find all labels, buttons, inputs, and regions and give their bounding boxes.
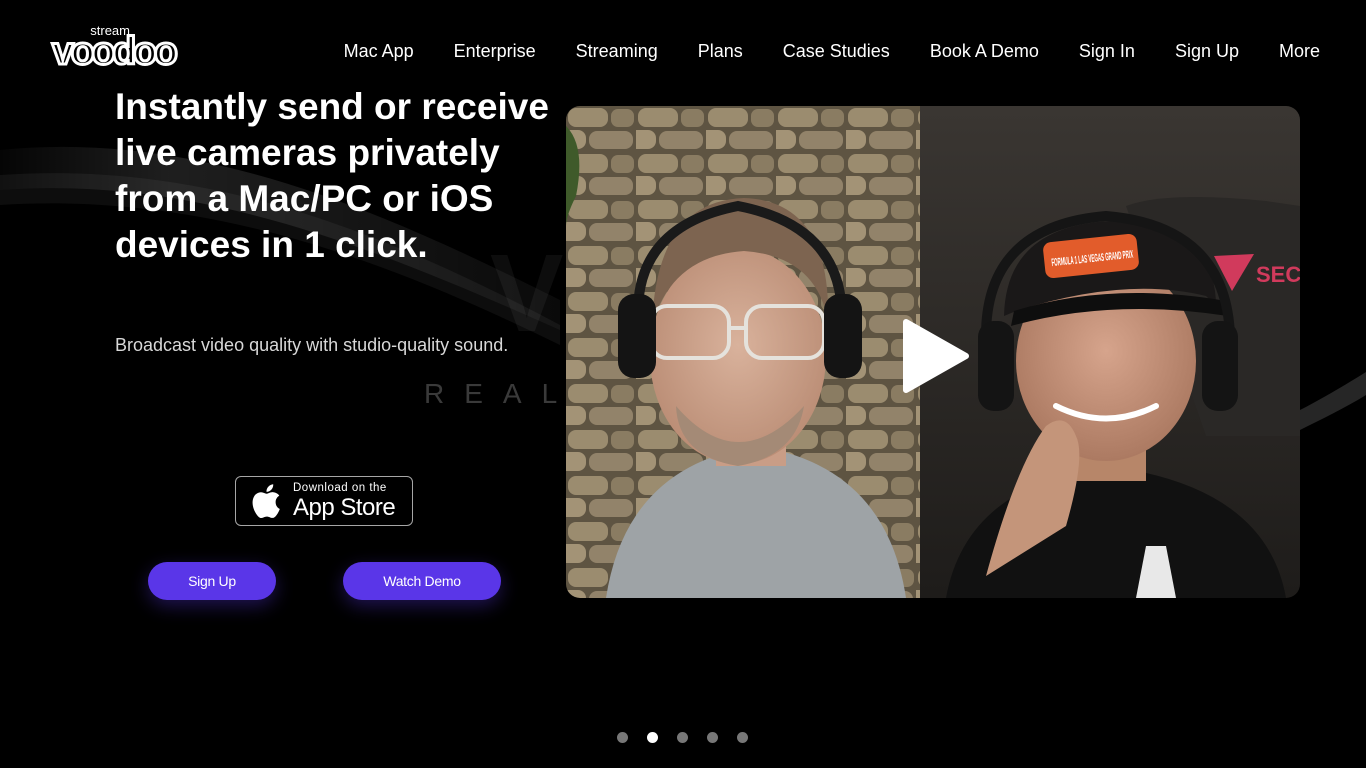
play-icon[interactable]: [900, 318, 970, 394]
carousel-dot[interactable]: [737, 732, 748, 743]
nav-sign-in[interactable]: Sign In: [1079, 40, 1135, 62]
app-store-big-text: App Store: [293, 493, 396, 521]
nav-enterprise[interactable]: Enterprise: [454, 40, 536, 62]
app-store-button[interactable]: Download on the App Store: [235, 476, 413, 526]
carousel-indicators: [617, 732, 748, 743]
logo[interactable]: stream voodoo: [51, 24, 182, 74]
carousel-dot[interactable]: [617, 732, 628, 743]
nav-case-studies[interactable]: Case Studies: [783, 40, 890, 62]
carousel-dot[interactable]: [677, 732, 688, 743]
apple-icon: [252, 484, 280, 519]
app-store-small-text: Download on the: [293, 481, 387, 494]
nav-mac-app[interactable]: Mac App: [344, 40, 414, 62]
carousel-dot[interactable]: [707, 732, 718, 743]
main-nav: Mac App Enterprise Streaming Plans Case …: [344, 40, 1320, 62]
background-tagline: REAL: [424, 378, 578, 409]
hero-headline: Instantly send or receive live cameras p…: [115, 86, 549, 265]
nav-more[interactable]: More: [1279, 40, 1320, 62]
wall-logo-text: SEC: [1256, 262, 1300, 287]
nav-sign-up[interactable]: Sign Up: [1175, 40, 1239, 62]
demo-video-player[interactable]: SEC FORMULA 1 LAS VEGAS GRAND PRIX: [566, 106, 1300, 598]
logo-voodoo-text: voodoo: [51, 30, 180, 73]
watch-demo-button[interactable]: Watch Demo: [343, 562, 501, 600]
nav-streaming[interactable]: Streaming: [576, 40, 658, 62]
sign-up-button[interactable]: Sign Up: [148, 562, 276, 600]
nav-plans[interactable]: Plans: [698, 40, 743, 62]
carousel-dot[interactable]: [647, 732, 658, 743]
hero-subline: Broadcast video quality with studio-qual…: [115, 335, 509, 355]
nav-book-a-demo[interactable]: Book A Demo: [930, 40, 1039, 62]
